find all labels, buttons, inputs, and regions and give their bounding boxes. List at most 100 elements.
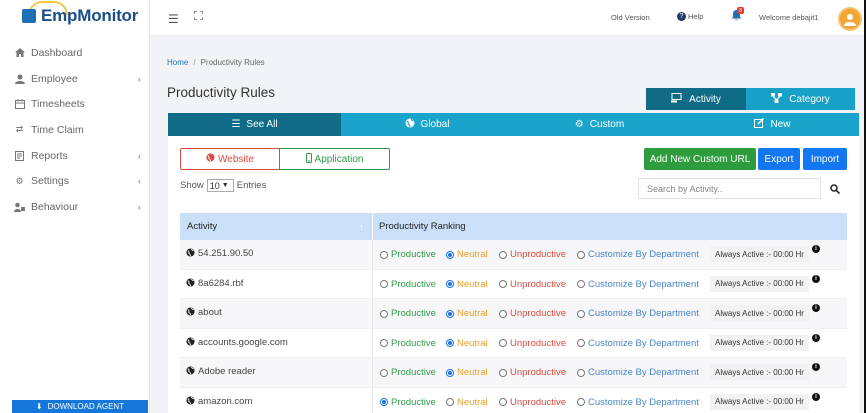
radio-custom[interactable]: Customize By Department [577, 279, 699, 290]
radio-circle[interactable] [446, 398, 454, 406]
table-row: amazon.com Productive Neutral Unproductive C… [180, 387, 847, 413]
radio-circle[interactable] [499, 280, 507, 288]
entries-select[interactable]: 10 ▼ [206, 179, 234, 192]
radio-unproductive[interactable]: Unproductive [499, 308, 566, 319]
fullscreen-icon[interactable] [193, 10, 204, 23]
application-filter-button[interactable]: Application [280, 148, 390, 170]
radio-circle[interactable] [380, 368, 388, 377]
radio-custom[interactable]: Customize By Department [577, 338, 699, 349]
tab-global[interactable]: Global [341, 113, 513, 136]
radio-circle[interactable] [577, 250, 585, 259]
radio-circle[interactable] [499, 368, 507, 377]
users-icon [14, 202, 25, 212]
radio-custom[interactable]: Customize By Department [577, 249, 699, 260]
sidebar-item-time-claim[interactable]: ⇄ Time Claim [0, 117, 150, 143]
radio-productive[interactable]: Productive [380, 279, 436, 290]
tab-custom[interactable]: ⚙ Custom [513, 113, 686, 136]
radio-custom[interactable]: Customize By Department [577, 308, 699, 319]
radio-productive[interactable]: Productive [380, 338, 436, 349]
radio-neutral[interactable]: Neutral [446, 279, 488, 290]
radio-circle[interactable] [499, 339, 507, 347]
radio-neutral[interactable]: Neutral [446, 338, 488, 349]
column-header-activity[interactable]: Activity [187, 221, 217, 232]
activity-view-button[interactable]: Activity [646, 88, 746, 110]
radio-circle[interactable] [446, 250, 454, 259]
radio-unproductive[interactable]: Unproductive [499, 367, 566, 378]
sidebar-item-reports[interactable]: Reports ‹ [0, 143, 150, 169]
radio-custom[interactable]: Customize By Department [577, 367, 699, 378]
radio-neutral[interactable]: Neutral [446, 367, 488, 378]
search-button[interactable] [824, 178, 846, 199]
radio-label: Productive [391, 367, 436, 378]
radio-circle[interactable] [577, 280, 585, 288]
info-icon[interactable]: i [812, 304, 820, 312]
entries-label: Entries [236, 180, 267, 191]
radio-unproductive[interactable]: Unproductive [499, 249, 566, 260]
radio-circle[interactable] [380, 309, 388, 318]
radio-circle[interactable] [499, 398, 507, 406]
radio-circle[interactable] [577, 398, 585, 406]
category-view-button[interactable]: Category [746, 88, 855, 110]
sidebar-item-timesheets[interactable]: Timesheets [0, 91, 150, 117]
radio-circle[interactable] [380, 250, 388, 259]
logo[interactable]: EmpMonitor [22, 1, 138, 26]
info-icon[interactable]: i [812, 245, 820, 253]
tab-see-all[interactable]: ☰ See All [168, 113, 341, 136]
sidebar-item-employee[interactable]: Employee ‹ [0, 66, 150, 92]
notification-bell[interactable]: 8 [731, 7, 744, 22]
radio-neutral[interactable]: Neutral [446, 308, 488, 319]
radio-unproductive[interactable]: Unproductive [499, 397, 566, 408]
welcome-text: Welcome debajit1 [759, 13, 819, 22]
radio-neutral[interactable]: Neutral [446, 249, 488, 260]
radio-unproductive[interactable]: Unproductive [499, 279, 566, 290]
website-filter-button[interactable]: Website [180, 148, 280, 170]
info-icon[interactable]: i [812, 333, 820, 342]
radio-circle[interactable] [380, 339, 388, 347]
radio-productive[interactable]: Productive [380, 367, 436, 378]
radio-unproductive[interactable]: Unproductive [499, 338, 566, 349]
radio-circle[interactable] [577, 368, 585, 377]
radio-circle[interactable] [380, 280, 388, 288]
radio-circle[interactable] [380, 398, 388, 406]
import-button[interactable]: Import [803, 148, 847, 170]
info-icon[interactable]: i [812, 274, 820, 283]
category-view-label: Category [789, 93, 830, 105]
radio-circle[interactable] [577, 339, 585, 347]
search-input[interactable]: Search by Activity.. [638, 178, 821, 199]
radio-circle[interactable] [446, 309, 454, 318]
breadcrumb: Home / Productivity Rules [167, 58, 265, 67]
activity-icon [671, 92, 682, 106]
always-active-badge: Always Active :- 00:00 Hr [710, 393, 809, 410]
radio-circle[interactable] [499, 309, 507, 318]
tab-new[interactable]: New [686, 113, 859, 136]
radio-neutral[interactable]: Neutral [446, 397, 488, 408]
radio-productive[interactable]: Productive [380, 249, 436, 260]
avatar[interactable] [838, 7, 862, 31]
sort-icon[interactable]: ↑ [359, 222, 364, 232]
radio-custom[interactable]: Customize By Department [577, 397, 699, 408]
menu-icon[interactable]: ☰ [168, 12, 179, 26]
sidebar-item-settings[interactable]: ⚙ Settings ‹ [0, 168, 150, 194]
old-version-link[interactable]: Old Version [611, 13, 650, 22]
export-button[interactable]: Export [758, 148, 800, 170]
breadcrumb-home[interactable]: Home [167, 58, 188, 67]
edit-icon [754, 117, 765, 131]
info-icon[interactable]: i [812, 392, 820, 401]
radio-circle[interactable] [577, 309, 585, 318]
add-custom-url-button[interactable]: Add New Custom URL [644, 148, 756, 170]
radio-circle[interactable] [446, 368, 454, 377]
radio-circle[interactable] [499, 250, 507, 259]
help-link[interactable]: ? Help [677, 12, 703, 21]
radio-productive[interactable]: Productive [380, 397, 436, 408]
sidebar-item-dashboard[interactable]: Dashboard [0, 40, 150, 66]
info-icon[interactable]: i [812, 363, 820, 371]
sitemap-icon [771, 92, 783, 106]
radio-productive[interactable]: Productive [380, 308, 436, 319]
radio-circle[interactable] [446, 280, 454, 288]
sidebar-item-behaviour[interactable]: Behaviour ‹ [0, 194, 150, 220]
globe-icon [186, 395, 195, 407]
chevron-down-icon: ▼ [221, 182, 229, 189]
radio-label: Neutral [457, 396, 488, 408]
radio-circle[interactable] [446, 339, 454, 347]
download-agent-button[interactable]: ⬇ DOWNLOAD AGENT [12, 400, 148, 413]
